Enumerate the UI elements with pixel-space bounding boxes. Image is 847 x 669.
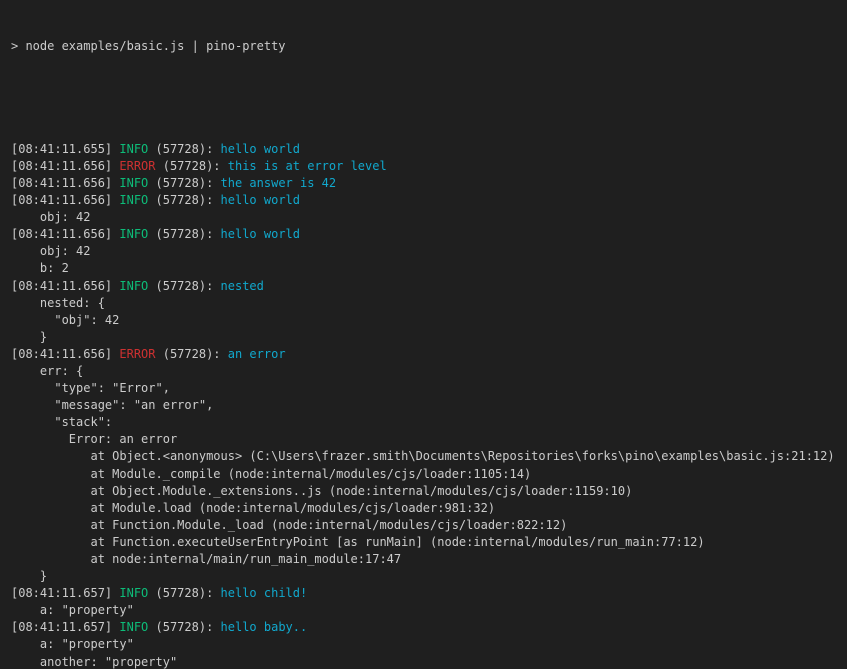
prompt-line: > node examples/basic.js | pino-pretty bbox=[11, 38, 847, 55]
timestamp: [08:41:11.656] bbox=[11, 193, 119, 207]
log-message: an error bbox=[228, 347, 286, 361]
log-line: [08:41:11.656] INFO (57728): the answer … bbox=[11, 175, 847, 192]
timestamp: [08:41:11.656] bbox=[11, 227, 119, 241]
timestamp: [08:41:11.656] bbox=[11, 159, 119, 173]
pid: (57728): bbox=[148, 227, 220, 241]
pid: (57728): bbox=[156, 347, 228, 361]
timestamp: [08:41:11.656] bbox=[11, 279, 119, 293]
log-message: hello world bbox=[221, 193, 300, 207]
pid: (57728): bbox=[148, 142, 220, 156]
log-line: [08:41:11.656] INFO (57728): hello world bbox=[11, 192, 847, 209]
log-line: [08:41:11.657] INFO (57728): hello child… bbox=[11, 585, 847, 602]
log-line: [08:41:11.657] INFO (57728): hello baby.… bbox=[11, 619, 847, 636]
timestamp: [08:41:11.657] bbox=[11, 586, 119, 600]
detail-line: a: "property" bbox=[11, 602, 847, 619]
pid: (57728): bbox=[148, 586, 220, 600]
detail-line: at Object.Module._extensions..js (node:i… bbox=[11, 483, 847, 500]
timestamp: [08:41:11.655] bbox=[11, 142, 119, 156]
detail-line: at Function.executeUserEntryPoint [as ru… bbox=[11, 534, 847, 551]
detail-line: another: "property" bbox=[11, 654, 847, 669]
log-level: INFO bbox=[119, 620, 148, 634]
log-message: hello world bbox=[221, 142, 300, 156]
detail-line: err: { bbox=[11, 363, 847, 380]
timestamp: [08:41:11.657] bbox=[11, 620, 119, 634]
detail-line: b: 2 bbox=[11, 260, 847, 277]
log-level: INFO bbox=[119, 176, 148, 190]
detail-line: "obj": 42 bbox=[11, 312, 847, 329]
log-level: INFO bbox=[119, 586, 148, 600]
log-message: nested bbox=[221, 279, 264, 293]
pid: (57728): bbox=[148, 193, 220, 207]
pid: (57728): bbox=[148, 176, 220, 190]
detail-line: at Module.load (node:internal/modules/cj… bbox=[11, 500, 847, 517]
detail-line: "message": "an error", bbox=[11, 397, 847, 414]
log-message: hello baby.. bbox=[221, 620, 308, 634]
detail-line: at Module._compile (node:internal/module… bbox=[11, 466, 847, 483]
detail-line: } bbox=[11, 329, 847, 346]
detail-line: "type": "Error", bbox=[11, 380, 847, 397]
log-level: ERROR bbox=[119, 159, 155, 173]
log-message: hello child! bbox=[221, 586, 308, 600]
detail-line: at Object.<anonymous> (C:\Users\frazer.s… bbox=[11, 448, 847, 465]
pid: (57728): bbox=[148, 620, 220, 634]
detail-line: at Function.Module._load (node:internal/… bbox=[11, 517, 847, 534]
log-line: [08:41:11.656] ERROR (57728): this is at… bbox=[11, 158, 847, 175]
detail-line: obj: 42 bbox=[11, 209, 847, 226]
terminal-output[interactable]: > node examples/basic.js | pino-pretty [… bbox=[0, 0, 847, 669]
log-line: [08:41:11.655] INFO (57728): hello world bbox=[11, 141, 847, 158]
log-entries: [08:41:11.655] INFO (57728): hello world… bbox=[11, 141, 847, 669]
detail-line: obj: 42 bbox=[11, 243, 847, 260]
detail-line: a: "property" bbox=[11, 636, 847, 653]
detail-line: "stack": bbox=[11, 414, 847, 431]
log-level: ERROR bbox=[119, 347, 155, 361]
log-line: [08:41:11.656] INFO (57728): hello world bbox=[11, 226, 847, 243]
log-level: INFO bbox=[119, 279, 148, 293]
log-line: [08:41:11.656] INFO (57728): nested bbox=[11, 278, 847, 295]
pid: (57728): bbox=[148, 279, 220, 293]
log-message: hello world bbox=[221, 227, 300, 241]
log-message: this is at error level bbox=[228, 159, 387, 173]
timestamp: [08:41:11.656] bbox=[11, 176, 119, 190]
log-message: the answer is 42 bbox=[221, 176, 337, 190]
detail-line: } bbox=[11, 568, 847, 585]
log-level: INFO bbox=[119, 193, 148, 207]
log-level: INFO bbox=[119, 142, 148, 156]
log-level: INFO bbox=[119, 227, 148, 241]
timestamp: [08:41:11.656] bbox=[11, 347, 119, 361]
detail-line: Error: an error bbox=[11, 431, 847, 448]
detail-line: nested: { bbox=[11, 295, 847, 312]
log-line: [08:41:11.656] ERROR (57728): an error bbox=[11, 346, 847, 363]
blank-line bbox=[11, 89, 847, 106]
detail-line: at node:internal/main/run_main_module:17… bbox=[11, 551, 847, 568]
pid: (57728): bbox=[156, 159, 228, 173]
